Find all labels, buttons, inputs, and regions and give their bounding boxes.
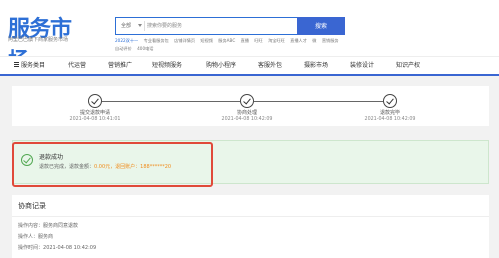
chevron-down-icon: [138, 24, 142, 27]
search-divider: [144, 21, 145, 31]
nav-item-label: 服务类目: [21, 62, 46, 69]
menu-icon: [14, 62, 19, 67]
nav-item-customer-service[interactable]: 客服外包: [258, 57, 282, 75]
record-time-label: 操作时间：: [18, 245, 44, 251]
step-time: 2021-04-08 10:41:01: [69, 117, 121, 122]
search-button[interactable]: 搜索: [297, 17, 345, 35]
hot-link[interactable]: 服务ABC: [218, 38, 235, 43]
negotiation-records: 协商记录 操作内容：服务商同意退款 操作人：服务商 操作时间：2021-04-0…: [12, 195, 489, 258]
nav-item-decoration[interactable]: 装修设计: [350, 57, 374, 75]
hot-link[interactable]: 自动评价: [115, 46, 132, 51]
hot-link[interactable]: 直播: [241, 38, 249, 43]
logo-subtitle: 阿里巴巴旗下商家服务市场: [8, 37, 69, 43]
step-label: 退款完毕: [379, 110, 400, 116]
refund-progress-panel: 提交退款申请 2021-04-08 10:41:01 协商处理 2021-04-…: [12, 86, 489, 126]
record-operator: 操作人：服务商: [18, 233, 53, 240]
nav-item-marketing[interactable]: 营销推广: [108, 57, 132, 75]
record-time-value: 2021-04-08 10:42:09: [43, 245, 97, 251]
record-time: 操作时间：2021-04-08 10:42:09: [18, 244, 96, 251]
search-bar: 全部 搜索: [115, 17, 345, 35]
progress-steps: 提交退款申请 2021-04-08 10:41:01 协商处理 2021-04-…: [12, 86, 489, 126]
search-input[interactable]: [147, 18, 297, 34]
hot-link[interactable]: 400电话: [137, 46, 153, 51]
hot-link[interactable]: 直播人才: [290, 38, 307, 43]
nav-item-ip[interactable]: 知识产权: [396, 57, 420, 75]
step-label: 提交退款申请: [79, 110, 110, 116]
hot-link[interactable]: 短视频: [200, 38, 213, 43]
record-operator-label: 操作人：: [18, 234, 39, 240]
section-title: 协商记录: [18, 202, 46, 210]
site-header: 服务市场 阿里巴巴旗下商家服务市场 全部 搜索 2022双十一 专业看服务包 店…: [0, 0, 499, 74]
search-category-select[interactable]: 全部: [116, 18, 144, 34]
record-content: 操作内容：服务商同意退款: [18, 222, 78, 229]
main-nav: 服务类目 代运营 营销推广 短视频服务 购物小程序 客服外包 摄影市场 装修设计…: [0, 56, 499, 76]
nav-item-agency[interactable]: 代运营: [68, 57, 86, 75]
nav-item-service-category[interactable]: 服务类目: [14, 57, 45, 75]
nav-item-short-video[interactable]: 短视频服务: [152, 57, 182, 75]
step-check-icon: [383, 94, 397, 108]
highlight-box: [12, 142, 213, 187]
hot-link[interactable]: 淘宝旺旺: [268, 38, 285, 43]
nav-item-mini-program[interactable]: 购物小程序: [206, 57, 236, 75]
hot-link[interactable]: 专业看服务包: [144, 38, 169, 43]
step-label: 协商处理: [236, 110, 257, 116]
site-logo[interactable]: 服务市场 阿里巴巴旗下商家服务市场: [8, 8, 78, 74]
divider: [12, 216, 489, 217]
hot-links: 2022双十一 专业看服务包 店铺详情页 短视频 服务ABC 直播 旺旺 淘宝旺…: [115, 37, 355, 53]
step-check-icon: [240, 94, 254, 108]
hot-link[interactable]: 店铺详情页: [174, 38, 195, 43]
step-time: 2021-04-08 10:42:09: [364, 117, 416, 122]
record-content-value: 服务商同意退款: [43, 223, 79, 229]
record-operator-value: 服务商: [38, 234, 54, 240]
step-check-icon: [88, 94, 102, 108]
record-content-label: 操作内容：: [18, 223, 44, 229]
hot-link[interactable]: 2022双十一: [115, 38, 138, 43]
step-time: 2021-04-08 10:42:09: [221, 117, 273, 122]
search-category-label: 全部: [121, 23, 132, 29]
hot-link[interactable]: 旺旺: [254, 38, 262, 43]
hot-link[interactable]: 微: [312, 38, 316, 43]
progress-line: [102, 101, 240, 102]
nav-item-photography[interactable]: 摄影市场: [304, 57, 328, 75]
progress-line: [254, 101, 383, 102]
hot-link[interactable]: 营销服务: [322, 38, 339, 43]
